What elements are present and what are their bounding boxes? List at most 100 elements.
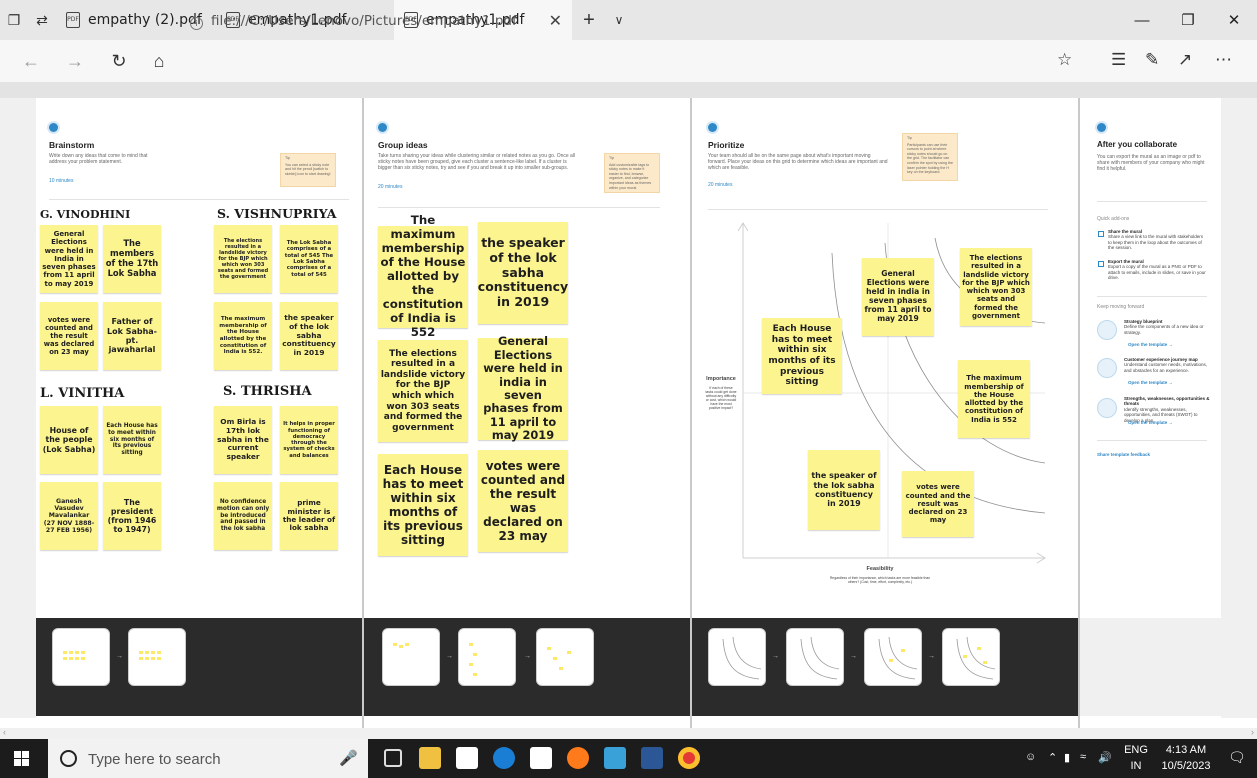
- close-tab-icon[interactable]: ✕: [549, 11, 562, 30]
- restore-icon[interactable]: ❐: [1165, 0, 1211, 40]
- thumbnail-strip-side: [1080, 618, 1221, 716]
- feedback-link[interactable]: Share template feedback: [1097, 452, 1150, 457]
- chrome-icon[interactable]: [678, 747, 700, 769]
- sticky-note[interactable]: Ganesh Vasudev Mavalankar (27 NOV 1888- …: [40, 482, 98, 550]
- step-thumbnail[interactable]: [864, 628, 922, 686]
- step-thumbnail[interactable]: [536, 628, 594, 686]
- template-item: Customer experience journey map Understa…: [1124, 357, 1212, 373]
- sticky-note[interactable]: The elections resulted in a landslide vi…: [960, 248, 1032, 326]
- step-thumbnail[interactable]: [942, 628, 1000, 686]
- pen-icon[interactable]: ✎: [1145, 50, 1159, 70]
- sticky-note[interactable]: The maximum membership of the House allo…: [378, 213, 468, 339]
- chevron-down-icon[interactable]: ∨: [606, 0, 632, 40]
- open-template-link[interactable]: Open the template →: [1128, 380, 1173, 385]
- notifications-icon[interactable]: 🗨: [1228, 749, 1246, 766]
- new-tab-icon[interactable]: +: [572, 0, 606, 40]
- sticky-note[interactable]: Om Birla is 17th lok sabha in the curren…: [214, 406, 272, 474]
- member-name: G. VINODHINI: [40, 208, 131, 221]
- scroll-left-icon[interactable]: ‹: [3, 727, 6, 737]
- sticky-note[interactable]: votes were counted and the result was de…: [902, 471, 974, 537]
- firefox-icon[interactable]: [567, 747, 589, 769]
- sticky-note[interactable]: The Lok Sabha comprises of a total of 54…: [280, 225, 338, 293]
- open-template-link[interactable]: Open the template →: [1128, 342, 1173, 347]
- minimize-icon[interactable]: —: [1119, 0, 1165, 40]
- item-title: Share the mural: [1108, 229, 1143, 234]
- sticky-note[interactable]: No confidence motion can only be introdu…: [214, 482, 272, 550]
- horizontal-scrollbar[interactable]: ‹ ›: [0, 727, 1257, 739]
- file-explorer-icon[interactable]: [419, 747, 441, 769]
- sticky-note[interactable]: The maximum membership of the House allo…: [958, 360, 1030, 438]
- sticky-note[interactable]: General Elections were held in India in …: [40, 225, 98, 293]
- forward-arrow-icon[interactable]: →: [58, 51, 92, 72]
- sticky-note[interactable]: Each House has to meet within six months…: [103, 406, 161, 474]
- sticky-note[interactable]: General Elections were held in india in …: [478, 334, 568, 442]
- divider: [708, 209, 1048, 210]
- more-icon[interactable]: ⋯: [1215, 50, 1232, 70]
- task-view-icon[interactable]: [384, 749, 402, 767]
- mail-icon[interactable]: [530, 747, 552, 769]
- url-field[interactable]: i file:///C:/Users/Lenovo/Pictures/empath…: [190, 13, 517, 30]
- share-mural-item[interactable]: Share the mural Share a view link to the…: [1108, 229, 1208, 251]
- sticky-note[interactable]: The elections resulted in a landslide vi…: [214, 225, 272, 293]
- sticky-note[interactable]: The president (from 1946 to 1947): [103, 482, 161, 550]
- sticky-note[interactable]: The members of the 17th Lok Sabha: [103, 225, 161, 293]
- sticky-note[interactable]: the speaker of the lok sabha constituenc…: [280, 302, 338, 370]
- step-thumbnail[interactable]: [128, 628, 186, 686]
- sticky-note[interactable]: the speaker of the lok sabha constituenc…: [478, 222, 568, 324]
- home-icon[interactable]: ⌂: [142, 51, 176, 72]
- sticky-note[interactable]: The maximum membership of the House allo…: [214, 302, 272, 370]
- wifi-icon[interactable]: ≈: [1080, 751, 1086, 763]
- prioritize-tip: Tip Participants can use their cursors t…: [902, 133, 958, 181]
- battery-icon[interactable]: ▮: [1064, 751, 1070, 764]
- sticky-note[interactable]: votes were counted and the result was de…: [40, 302, 98, 370]
- sticky-note[interactable]: House of the people (Lok Sabha): [40, 406, 98, 474]
- info-icon[interactable]: i: [190, 17, 203, 30]
- section-divider: [690, 98, 692, 728]
- refresh-icon[interactable]: ↻: [102, 51, 136, 72]
- export-mural-item[interactable]: Export the mural Export a copy of the mu…: [1108, 259, 1208, 281]
- quick-addons-heading: Quick add-ons: [1097, 216, 1130, 222]
- clock[interactable]: 4:13 AM 10/5/2023: [1156, 742, 1216, 774]
- close-window-icon[interactable]: ✕: [1211, 0, 1257, 40]
- tip-label: Tip: [285, 156, 290, 160]
- pdf-viewport[interactable]: Brainstorm Write down any ideas that com…: [0, 98, 1257, 728]
- word-icon[interactable]: [641, 747, 663, 769]
- brainstorm-timer: 10 minutes: [49, 178, 74, 184]
- sticky-note[interactable]: Each House has to meet within six months…: [762, 318, 842, 394]
- favorites-icon[interactable]: ☰: [1111, 50, 1126, 70]
- step-thumbnail[interactable]: [786, 628, 844, 686]
- app-grid-icon[interactable]: [604, 747, 626, 769]
- taskbar-search[interactable]: Type here to search 🎤: [48, 739, 368, 778]
- prioritize-title: Prioritize: [708, 140, 745, 150]
- people-icon[interactable]: ☺: [1025, 751, 1036, 763]
- store-icon[interactable]: [456, 747, 478, 769]
- step-thumbnail[interactable]: [458, 628, 516, 686]
- open-template-link[interactable]: Open the template →: [1128, 420, 1173, 425]
- sticky-note[interactable]: General Elections were held in india in …: [862, 258, 934, 336]
- edge-icon[interactable]: [493, 747, 515, 769]
- item-desc: Define the components of a new idea or s…: [1124, 324, 1204, 335]
- microphone-icon[interactable]: 🎤: [339, 749, 358, 767]
- sticky-note[interactable]: Father of Lok Sabha-pt. jawaharlal: [103, 302, 161, 370]
- star-icon[interactable]: ☆: [1057, 50, 1072, 70]
- set-aside-tabs-icon[interactable]: ⇄: [28, 0, 56, 40]
- input-language[interactable]: ENG IN: [1118, 742, 1154, 774]
- windows-start-icon[interactable]: [14, 751, 29, 766]
- after-desc: You can export the mural as an image or …: [1097, 154, 1205, 172]
- scroll-right-icon[interactable]: ›: [1251, 727, 1254, 737]
- sticky-note[interactable]: prime minister is the leader of lok sabh…: [280, 482, 338, 550]
- tab-actions-icon[interactable]: ❐: [0, 0, 28, 40]
- share-icon[interactable]: ↗: [1178, 50, 1192, 70]
- step-thumbnail[interactable]: [52, 628, 110, 686]
- chevron-up-icon[interactable]: ⌃: [1048, 751, 1057, 764]
- step-thumbnail[interactable]: [382, 628, 440, 686]
- back-arrow-icon[interactable]: ←: [14, 51, 48, 72]
- volume-icon[interactable]: 🔊: [1098, 751, 1112, 764]
- sticky-note[interactable]: It helps in proper functioning of democr…: [280, 406, 338, 474]
- sticky-note[interactable]: The elections resulted in a landslide vi…: [378, 340, 468, 442]
- divider: [378, 207, 660, 208]
- step-thumbnail[interactable]: [708, 628, 766, 686]
- sticky-note[interactable]: votes were counted and the result was de…: [478, 450, 568, 552]
- sticky-note[interactable]: Each House has to meet within six months…: [378, 454, 468, 556]
- sticky-note[interactable]: the speaker of the lok sabha constituenc…: [808, 450, 880, 530]
